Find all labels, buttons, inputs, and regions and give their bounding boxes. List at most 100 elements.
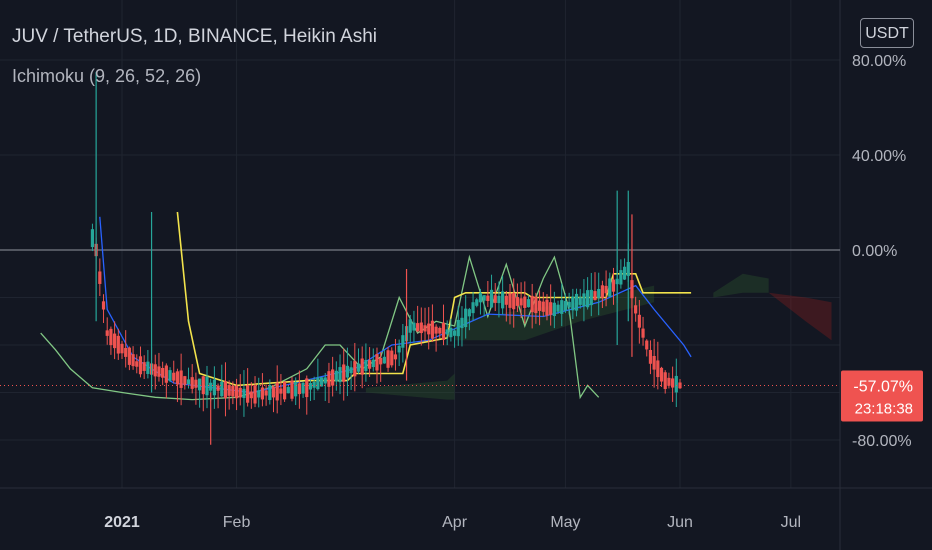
candle-body (242, 388, 246, 398)
candle-body (567, 301, 571, 308)
candle-body (294, 381, 298, 397)
candle-body (600, 285, 604, 298)
candle-body (475, 299, 479, 306)
candle-body (438, 327, 442, 334)
candle-body (648, 349, 653, 364)
y-tick-label: 40.00% (852, 148, 906, 165)
candle-body (637, 314, 641, 328)
candle-body (501, 291, 505, 309)
candle-body (323, 377, 327, 384)
candle-body (138, 356, 143, 375)
candle-body (571, 296, 575, 311)
candle-body (216, 385, 220, 391)
candle-body (279, 388, 283, 394)
candle-body (608, 278, 612, 297)
candle-body (98, 271, 102, 284)
candle-body (452, 330, 457, 336)
candle-body (667, 377, 671, 386)
x-tick-label: Apr (442, 514, 468, 531)
candle-body (659, 367, 664, 382)
candle-body (105, 330, 109, 336)
candle-body (471, 302, 475, 314)
candle-body (552, 302, 556, 317)
candle-body (227, 385, 231, 396)
candle-body (545, 299, 549, 316)
candle-body (124, 347, 128, 357)
candle-body (271, 386, 276, 398)
candle-body (464, 308, 468, 328)
candle-body (537, 300, 542, 311)
candle-body (101, 301, 106, 310)
candle-body (445, 329, 449, 335)
candle-body (593, 291, 597, 300)
candle-body (290, 380, 294, 399)
candle-body (641, 328, 645, 338)
candle-body (416, 323, 420, 332)
indicator-legend-ichimoku[interactable]: Ichimoku (9, 26, 52, 26) (12, 66, 201, 87)
candle-body (371, 359, 375, 368)
candle-body (419, 322, 423, 334)
chart-title: JUV / TetherUS, 1D, BINANCE, Heikin Ashi (12, 26, 377, 47)
y-tick-label: -80.00% (852, 433, 912, 450)
candle-body (238, 387, 242, 398)
candle-body (519, 298, 523, 306)
candle-body (186, 379, 191, 385)
candle-body (434, 326, 438, 334)
candle-body (478, 292, 483, 303)
candle-body (198, 378, 202, 391)
candle-body (338, 367, 342, 383)
candle-body (523, 296, 527, 308)
candle-body (175, 371, 180, 385)
candle-body (286, 386, 290, 394)
x-tick-label: Jun (667, 514, 693, 531)
candle-body (113, 333, 117, 349)
candle-body (645, 340, 649, 350)
x-tick-label: May (550, 514, 580, 531)
candle-body (493, 295, 497, 303)
candle-body (127, 347, 131, 365)
time-axis[interactable]: 2021 Feb Apr May Jun Jul (104, 514, 801, 531)
candle-body (556, 304, 560, 312)
candle-body (349, 367, 353, 374)
candle-body (386, 350, 390, 368)
cloud-segment (768, 292, 832, 341)
y-tick-label: 0.00% (852, 243, 897, 260)
candle-body (375, 354, 379, 371)
candle-body (90, 229, 95, 248)
candle-body (652, 355, 656, 370)
candle-body (164, 365, 168, 383)
candle-body (364, 359, 368, 372)
candle-body (183, 376, 187, 385)
candle-body (604, 285, 608, 294)
candle-body (441, 322, 446, 340)
candle-body (316, 377, 320, 390)
candle-body (412, 322, 416, 331)
candle-body (574, 293, 579, 311)
candle-body (153, 364, 157, 377)
candle-body (135, 361, 139, 367)
candle-body (327, 371, 331, 387)
x-tick-label: Jul (781, 514, 801, 531)
candle-body (489, 289, 494, 308)
candle-body (379, 357, 383, 365)
candle-body (563, 300, 568, 311)
candle-body (408, 319, 412, 333)
candle-body (268, 384, 272, 401)
candle-body (257, 390, 261, 398)
candle-body (656, 360, 660, 378)
candle-body (456, 319, 460, 337)
candle-body (231, 385, 235, 397)
candle-body (172, 372, 176, 381)
price-labels: -56.63%-57.07%23:18:38 (841, 370, 923, 422)
candle-body (168, 370, 172, 381)
currency-button[interactable]: USDT (860, 18, 914, 48)
x-tick-label: Feb (223, 514, 251, 531)
candle-body (467, 309, 471, 317)
candle-body (497, 295, 501, 304)
candle-body (582, 293, 586, 307)
candle-body (674, 375, 678, 393)
candle-body (541, 301, 545, 312)
candle-body (634, 305, 638, 314)
cloud-segment (713, 273, 769, 298)
candle-body (597, 288, 601, 299)
